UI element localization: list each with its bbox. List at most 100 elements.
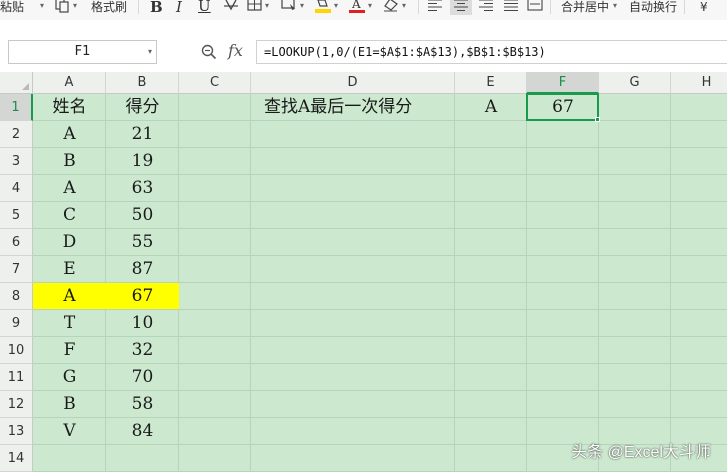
underline-button[interactable]: U <box>198 0 211 18</box>
column-header-h[interactable]: H <box>671 72 727 94</box>
fill-color-icon[interactable] <box>314 0 332 16</box>
row-header-8[interactable]: 8 <box>0 283 33 310</box>
borders-dropdown-icon[interactable]: ▾ <box>265 0 269 12</box>
row-header-14[interactable]: 14 <box>0 445 33 472</box>
cell-a7[interactable]: E <box>33 256 106 283</box>
cell-a1[interactable]: 姓名 <box>33 94 106 121</box>
spreadsheet-grid: ABCDEFGH 1 2 3 4 5 6 7 8 9 10 11 12 13 14 姓名 得分 查找A最后一次… <box>0 72 727 472</box>
select-all-triangle-icon <box>22 83 29 90</box>
row-header-10[interactable]: 10 <box>0 337 33 364</box>
fx-icon[interactable]: fx <box>228 41 243 60</box>
paste-dropdown-icon[interactable]: ▾ <box>40 0 44 12</box>
column-header-g[interactable]: G <box>599 72 671 94</box>
row-header-7[interactable]: 7 <box>0 256 33 283</box>
column-header-f[interactable]: F <box>527 72 599 94</box>
cell-b9[interactable]: 10 <box>106 310 179 337</box>
formula-bar: F1 ▾ fx =LOOKUP(1,0/(E1=$A$1:$A$13),$B$1… <box>0 30 727 72</box>
grid-line <box>526 94 527 472</box>
font-color-icon[interactable]: A <box>348 0 366 16</box>
row-header-3[interactable]: 3 <box>0 148 33 175</box>
grid-line <box>598 94 599 472</box>
row-header-2[interactable]: 2 <box>0 121 33 148</box>
merge-center-button[interactable]: 合并居中 <box>561 0 609 18</box>
cell-a8[interactable]: A <box>33 283 106 310</box>
cell-a5[interactable]: C <box>33 202 106 229</box>
zoom-icon[interactable] <box>201 44 217 60</box>
cell-a6[interactable]: D <box>33 229 106 256</box>
cell-a12[interactable]: B <box>33 391 106 418</box>
cell-b10[interactable]: 32 <box>106 337 179 364</box>
strikethrough-icon[interactable] <box>223 0 239 16</box>
column-header-e[interactable]: E <box>455 72 527 94</box>
row-header-5[interactable]: 5 <box>0 202 33 229</box>
clear-format-icon[interactable] <box>382 0 400 16</box>
wrap-text-button[interactable]: 自动换行 <box>629 0 677 18</box>
paste-button[interactable]: 粘贴 <box>0 0 24 18</box>
grid-line <box>670 94 671 472</box>
toolbar-divider <box>418 0 419 14</box>
ribbon-toolbar: 粘贴 ▾ ▾ 格式刷 B I U ▾ ▾ ▾ A ▾ ▾ 合并居中 ▾ 自动换行… <box>0 0 727 20</box>
name-box-value: F1 <box>74 44 91 59</box>
cell-b2[interactable]: 21 <box>106 121 179 148</box>
cell-a3[interactable]: B <box>33 148 106 175</box>
borders-icon[interactable] <box>247 0 263 16</box>
cell-d1[interactable]: 查找A最后一次得分 <box>251 94 455 121</box>
row-header-6[interactable]: 6 <box>0 229 33 256</box>
cell-a2[interactable]: A <box>33 121 106 148</box>
fill-color-dropdown-icon[interactable]: ▾ <box>334 0 338 12</box>
column-header-c[interactable]: C <box>179 72 251 94</box>
justify-icon[interactable] <box>503 0 519 17</box>
chevron-down-icon[interactable]: ▾ <box>148 41 152 63</box>
cell-b11[interactable]: 70 <box>106 364 179 391</box>
cell-b4[interactable]: 63 <box>106 175 179 202</box>
currency-format-button[interactable]: ¥ <box>700 0 708 18</box>
select-all-corner[interactable] <box>0 72 33 94</box>
cell-a4[interactable]: A <box>33 175 106 202</box>
row-header-11[interactable]: 11 <box>0 364 33 391</box>
fill-handle[interactable] <box>595 117 600 122</box>
row-header-12[interactable]: 12 <box>0 391 33 418</box>
row-header-1[interactable]: 1 <box>0 94 33 121</box>
column-header-d[interactable]: D <box>251 72 455 94</box>
toolbar-divider <box>138 0 139 14</box>
cell-area[interactable]: 姓名 得分 查找A最后一次得分 A 67 A 21 B 19 A 63 C 50 D 55 E 87 A 67 T 10… <box>33 93 727 472</box>
cell-b8[interactable]: 67 <box>106 283 179 310</box>
row-header-4[interactable]: 4 <box>0 175 33 202</box>
cell-a13[interactable]: V <box>33 418 106 445</box>
name-box[interactable]: F1 ▾ <box>8 40 157 64</box>
cell-b6[interactable]: 55 <box>106 229 179 256</box>
column-header-b[interactable]: B <box>106 72 179 94</box>
cell-b12[interactable]: 58 <box>106 391 179 418</box>
font-color-dropdown-icon[interactable]: ▾ <box>368 0 372 12</box>
italic-button[interactable]: I <box>176 0 182 18</box>
cell-b5[interactable]: 50 <box>106 202 179 229</box>
selected-cell-outline <box>526 93 599 121</box>
merge-center-dropdown-icon[interactable]: ▾ <box>613 0 617 12</box>
row-header-13[interactable]: 13 <box>0 418 33 445</box>
cell-e1[interactable]: A <box>455 94 527 121</box>
cell-b7[interactable]: 87 <box>106 256 179 283</box>
column-header-a[interactable]: A <box>33 72 106 94</box>
align-right-icon[interactable] <box>478 0 494 17</box>
copy-dropdown-icon[interactable]: ▾ <box>73 0 77 12</box>
bold-button[interactable]: B <box>150 0 163 18</box>
cell-b1[interactable]: 得分 <box>106 94 179 121</box>
cell-a10[interactable]: F <box>33 337 106 364</box>
svg-text:A: A <box>351 0 361 11</box>
cell-a11[interactable]: G <box>33 364 106 391</box>
cell-b3[interactable]: 19 <box>106 148 179 175</box>
cell-style-icon[interactable] <box>281 0 297 16</box>
toolbar-divider <box>550 0 551 14</box>
cell-a9[interactable]: T <box>33 310 106 337</box>
grid-line <box>454 94 455 472</box>
cell-style-dropdown-icon[interactable]: ▾ <box>300 0 304 12</box>
formula-input[interactable]: =LOOKUP(1,0/(E1=$A$1:$A$13),$B$1:$B$13) <box>256 40 727 64</box>
align-center-icon[interactable] <box>450 0 472 15</box>
row-header-9[interactable]: 9 <box>0 310 33 337</box>
clear-format-dropdown-icon[interactable]: ▾ <box>402 0 406 12</box>
align-left-icon[interactable] <box>427 0 443 17</box>
copy-icon[interactable] <box>55 0 71 17</box>
distribute-icon[interactable] <box>527 0 543 16</box>
format-painter-button[interactable]: 格式刷 <box>91 0 127 18</box>
cell-b13[interactable]: 84 <box>106 418 179 445</box>
